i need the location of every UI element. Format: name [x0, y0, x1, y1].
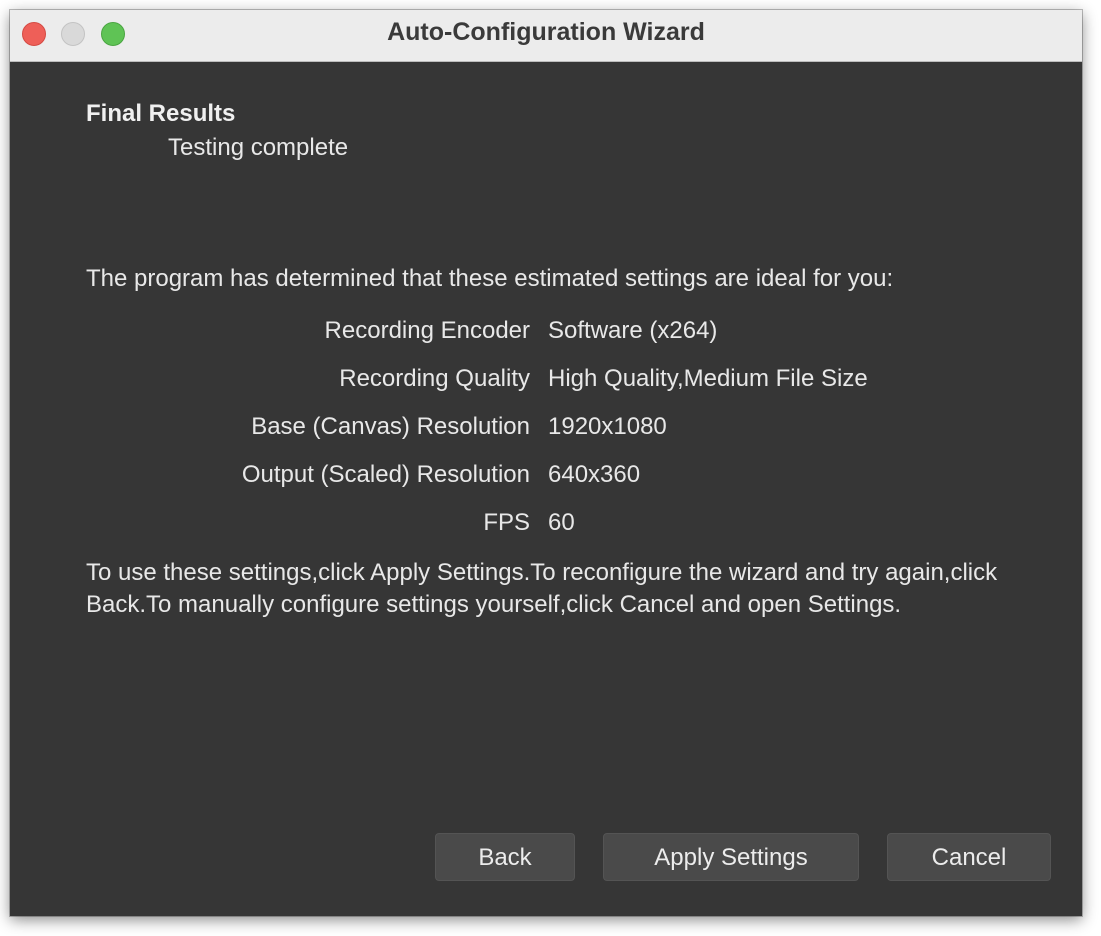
intro-text: The program has determined that these es…: [86, 265, 894, 292]
instructions-text: To use these settings,click Apply Settin…: [86, 559, 998, 618]
title-bar: Auto-Configuration Wizard: [10, 10, 1082, 62]
setting-row-fps: FPS 60: [10, 509, 1082, 539]
setting-label: Output (Scaled) Resolution: [241, 461, 530, 488]
window-title: Auto-Configuration Wizard: [387, 18, 705, 46]
setting-label: Recording Quality: [339, 365, 530, 392]
cancel-button[interactable]: Cancel: [887, 833, 1051, 881]
apply-settings-button[interactable]: Apply Settings: [603, 833, 859, 881]
setting-value: High Quality,Medium File Size: [548, 365, 868, 392]
setting-label: Recording Encoder: [324, 317, 530, 344]
setting-row-recording-encoder: Recording Encoder Software (x264): [10, 317, 1082, 347]
setting-row-recording-quality: Recording Quality High Quality,Medium Fi…: [10, 365, 1082, 395]
setting-value: 640x360: [548, 461, 641, 488]
back-button[interactable]: Back: [435, 833, 575, 881]
setting-value: 1920x1080: [548, 413, 667, 440]
setting-row-output-resolution: Output (Scaled) Resolution 640x360: [10, 461, 1082, 491]
setting-row-base-resolution: Base (Canvas) Resolution 1920x1080: [10, 413, 1082, 443]
wizard-window: Auto-Configuration Wizard Final Results …: [10, 10, 1082, 916]
wizard-content: Final Results Testing complete The progr…: [10, 62, 1082, 916]
setting-value: Software (x264): [548, 317, 718, 344]
setting-label: FPS: [483, 509, 530, 536]
page-title: Final Results: [86, 100, 236, 127]
setting-value: 60: [548, 509, 575, 536]
setting-label: Base (Canvas) Resolution: [251, 413, 530, 440]
page-subtitle: Testing complete: [168, 134, 349, 161]
